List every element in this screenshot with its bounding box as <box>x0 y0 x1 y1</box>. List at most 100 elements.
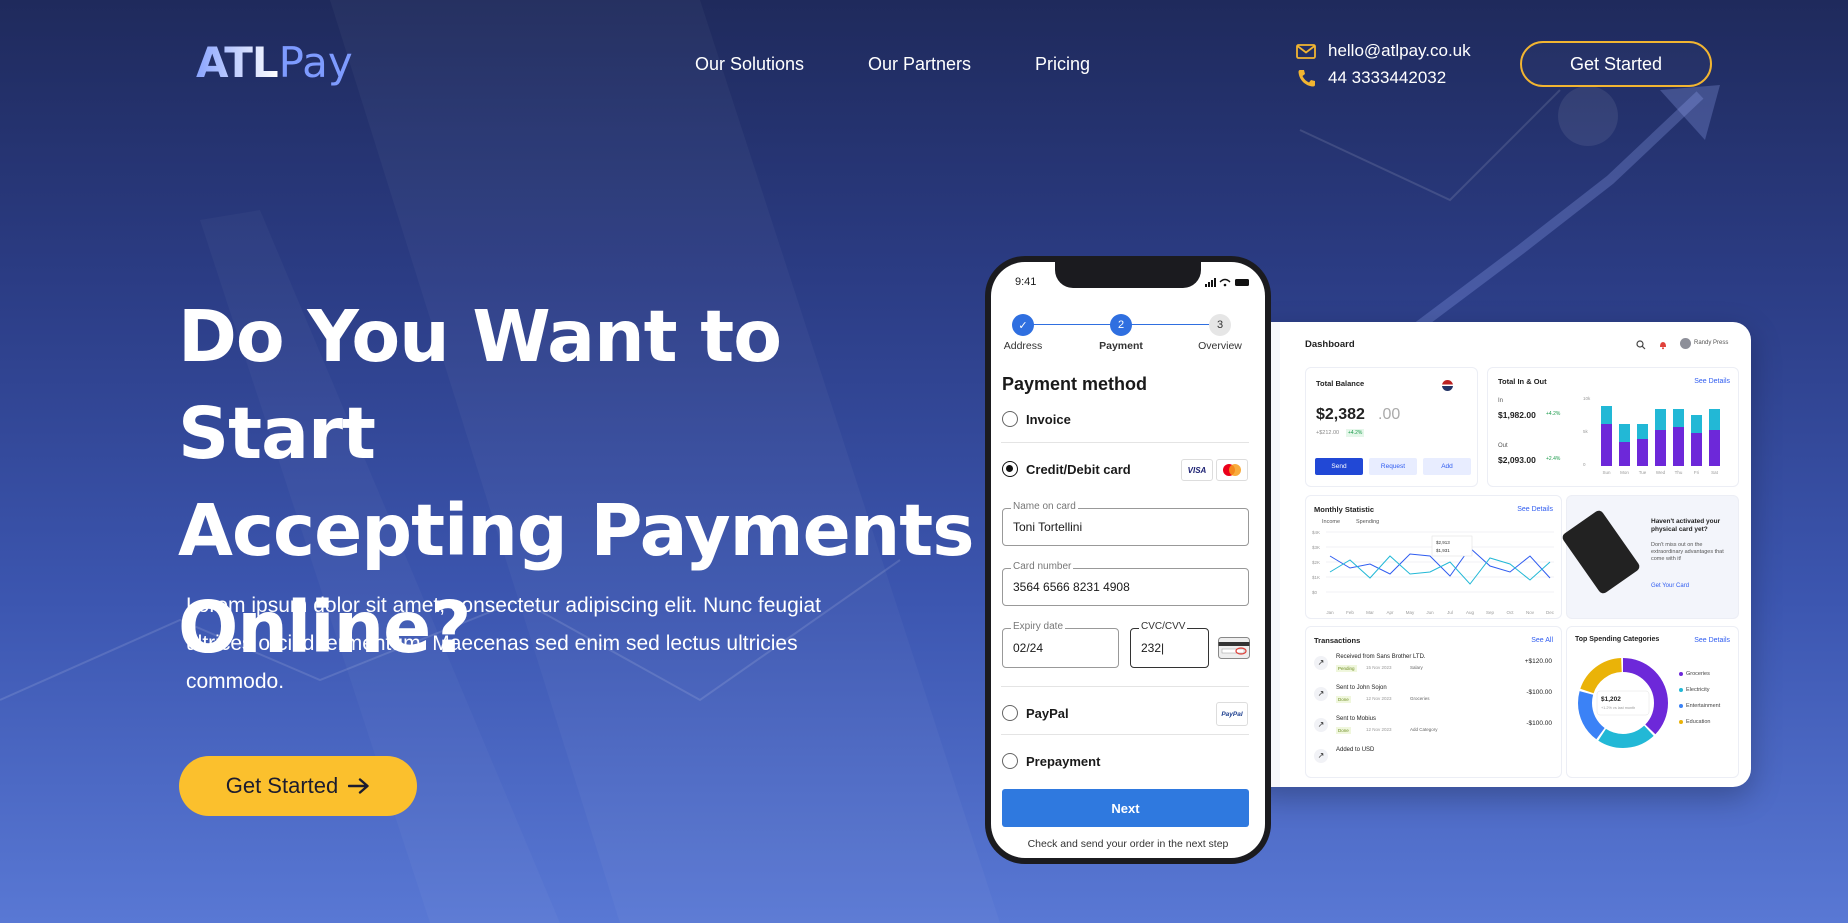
contact-email[interactable]: hello@atlpay.co.uk <box>1296 41 1471 61</box>
transaction-date: 15 Nov 2023 <box>1366 665 1392 670</box>
spending-legend-item: Education <box>1679 719 1710 725</box>
transaction-row[interactable]: ↗ Sent to John Sojon Done 12 Nov 2023 Grocer… <box>1314 684 1552 710</box>
monthly-see-details[interactable]: See Details <box>1517 506 1553 513</box>
bar-y-tick: 5k <box>1583 429 1589 434</box>
in-label: In <box>1498 398 1504 404</box>
invoice-radio[interactable] <box>1002 411 1018 427</box>
status-time: 9:41 <box>1015 276 1037 288</box>
bar-y-tick: 10k <box>1583 396 1591 401</box>
transaction-row[interactable]: ↗ Added to USD <box>1314 746 1552 772</box>
total-in-out-card: Total In & Out See Details In $1,982.00 … <box>1487 367 1739 487</box>
paypal-label[interactable]: PayPal <box>1026 706 1069 721</box>
card-radio[interactable] <box>1002 461 1018 477</box>
step-payment-icon[interactable]: 2 <box>1110 314 1132 336</box>
bar-y-tick: 0 <box>1583 462 1586 467</box>
legend-dot <box>1679 672 1683 676</box>
chart-tooltip <box>1431 535 1473 557</box>
transactions-label: Transactions <box>1314 636 1361 645</box>
spending-categories-card: Top Spending Categories See Details $1,2… <box>1566 626 1739 778</box>
month-label: May <box>1406 610 1415 615</box>
cvc-field[interactable]: CVC/CVV 232| <box>1130 621 1209 668</box>
mail-icon <box>1296 43 1316 59</box>
total-balance-label: Total Balance <box>1316 379 1365 388</box>
transaction-category: Add Category <box>1410 727 1438 732</box>
bar-day-label: Wed <box>1656 470 1666 475</box>
bar-out <box>1673 409 1684 427</box>
card-label[interactable]: Credit/Debit card <box>1026 462 1131 477</box>
bar-day-label: Sun <box>1602 470 1611 475</box>
get-your-card-link[interactable]: Get Your Card <box>1651 583 1689 589</box>
transaction-row[interactable]: ↗ Received from Sans Brother LTD. Pending 1… <box>1314 653 1552 679</box>
contact-phone[interactable]: 44 3333442032 <box>1296 68 1446 88</box>
tooltip-value-2: $1,931 <box>1436 548 1450 553</box>
in-out-see-details[interactable]: See Details <box>1694 378 1730 385</box>
next-button[interactable]: Next <box>1002 789 1249 827</box>
prepayment-radio[interactable] <box>1002 753 1018 769</box>
bar-day-label: Tue <box>1639 470 1647 475</box>
bar-out <box>1691 415 1702 433</box>
spending-legend-item: Groceries <box>1679 671 1710 677</box>
step-overview-icon[interactable]: 3 <box>1209 314 1231 336</box>
expiry-date-label: Expiry date <box>1011 621 1066 632</box>
transaction-status-badge: Done <box>1336 696 1351 703</box>
atlpay-logo[interactable]: ATL Pay <box>196 38 353 87</box>
tooltip-value-1: $2,913 <box>1436 540 1450 545</box>
mastercard-logo-icon <box>1216 459 1248 481</box>
card-number-value: 3564 6566 8231 4908 <box>1013 580 1130 594</box>
transaction-title: Sent to John Sojon <box>1336 685 1387 691</box>
search-icon[interactable] <box>1636 340 1646 350</box>
expiry-date-field[interactable]: Expiry date 02/24 <box>1002 621 1119 668</box>
bar-out <box>1637 424 1648 439</box>
monthly-line-chart: $4K $3K $2K $1K $0 $2,913 $1,931 Jan Feb Mar Apr Ma… <box>1312 530 1555 615</box>
bar-out <box>1709 409 1720 430</box>
balance-badge: +4.2% <box>1346 429 1365 437</box>
divider <box>1001 734 1249 735</box>
divider <box>1001 686 1249 687</box>
legend-label: Education <box>1686 719 1711 725</box>
phone-footnote: Check and send your order in the next st… <box>1027 838 1229 850</box>
spending-label: Top Spending Categories <box>1575 636 1660 643</box>
add-button[interactable]: Add <box>1423 458 1471 475</box>
name-on-card-label: Name on card <box>1011 501 1078 512</box>
month-label: Aug <box>1466 610 1475 615</box>
paypal-radio[interactable] <box>1002 705 1018 721</box>
name-on-card-field[interactable]: Name on card Toni Tortellini <box>1002 501 1249 546</box>
headline-line-1: Do You Want to Start <box>178 295 782 475</box>
transaction-amount: +$120.00 <box>1524 658 1552 665</box>
transaction-amount: -$100.00 <box>1526 689 1552 696</box>
bell-icon[interactable] <box>1658 340 1668 350</box>
prepayment-label[interactable]: Prepayment <box>1026 754 1100 769</box>
avatar[interactable] <box>1680 338 1691 349</box>
line-y-tick: $2K <box>1312 560 1320 565</box>
nav-our-partners[interactable]: Our Partners <box>868 54 971 75</box>
transactions-see-all[interactable]: See All <box>1531 637 1553 644</box>
hero-get-started-button[interactable]: Get Started <box>179 756 417 816</box>
total-in-out-label: Total In & Out <box>1498 377 1547 386</box>
nav-our-solutions[interactable]: Our Solutions <box>695 54 804 75</box>
nav-pricing[interactable]: Pricing <box>1035 54 1090 75</box>
transaction-category: Salary <box>1410 665 1423 670</box>
card-number-field[interactable]: Card number 3564 6566 8231 4908 <box>1002 561 1249 606</box>
step-address-icon[interactable]: ✓ <box>1012 314 1034 336</box>
line-y-tick: $3K <box>1312 545 1320 550</box>
cvc-value: 232| <box>1141 641 1165 655</box>
us-flag-icon[interactable] <box>1442 380 1453 391</box>
spending-see-details[interactable]: See Details <box>1694 637 1730 644</box>
line-y-tick: $0 <box>1312 590 1318 595</box>
headline-line-2: Accepting Payments <box>178 489 974 572</box>
bar-in <box>1709 430 1720 466</box>
contact-email-text: hello@atlpay.co.uk <box>1328 41 1471 60</box>
header-get-started-button[interactable]: Get Started <box>1520 41 1712 87</box>
contact-phone-text: 44 3333442032 <box>1328 68 1447 87</box>
transaction-row[interactable]: ↗ Sent to Mobius Done 12 Nov 2023 Add Catego… <box>1314 715 1552 741</box>
payment-method-title: Payment method <box>1002 374 1148 394</box>
bar-day-label: Sat <box>1711 470 1719 475</box>
invoice-label[interactable]: Invoice <box>1026 412 1071 427</box>
dashboard-user-name: Randy Press <box>1694 340 1729 346</box>
request-button[interactable]: Request <box>1369 458 1417 475</box>
send-button[interactable]: Send <box>1315 458 1363 475</box>
bar-in <box>1601 424 1612 466</box>
total-balance-card: Total Balance $2,382 .00 +$212.00 +4.2% … <box>1305 367 1478 487</box>
dashboard-title: Dashboard <box>1305 339 1355 350</box>
month-label: Jun <box>1426 610 1434 615</box>
